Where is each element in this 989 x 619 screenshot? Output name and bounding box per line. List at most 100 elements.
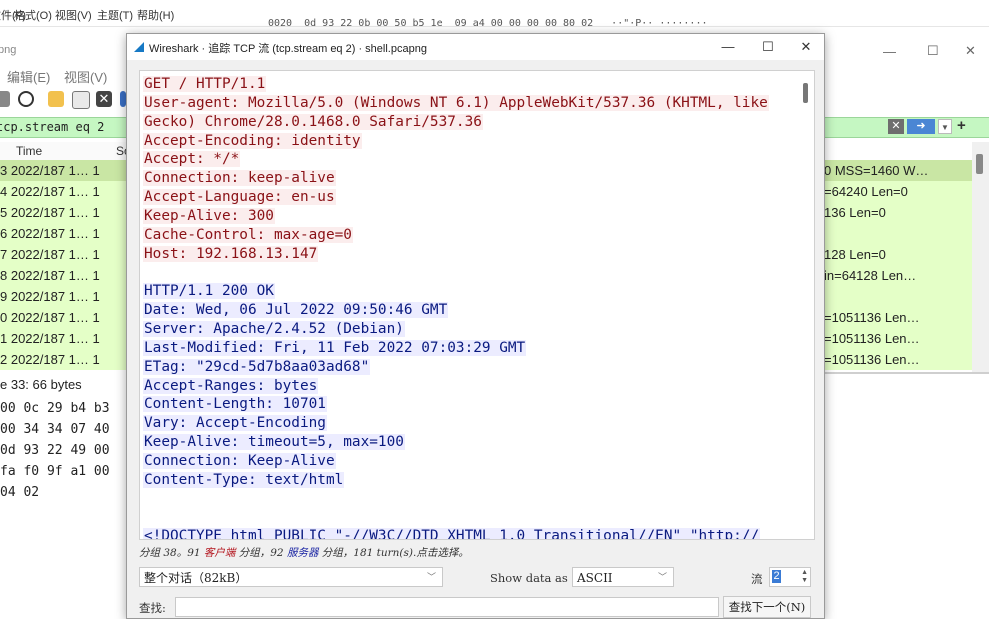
find-input[interactable] [175,597,719,617]
dialog-title: Wireshark · 追踪 TCP 流 (tcp.stream eq 2) ·… [149,43,427,55]
stream-content-pane[interactable]: GET / HTTP/1.1 User-agent: Mozilla/5.0 (… [139,70,815,540]
stream-scrollbar[interactable] [799,71,813,539]
add-filter-icon[interactable]: + [957,117,966,134]
server-line: Connection: Keep-Alive [143,452,336,469]
packet-row[interactable]: 9 2022/187 1… 1 [0,286,126,307]
stream-status-line: 分组 38。91 客户端 分组，92 服务器 分组，181 turn(s).点击… [139,547,469,559]
hex-row[interactable]: 04 02 [0,482,126,503]
spin-up-icon[interactable]: ▲ [801,569,808,576]
server-line: Server: Apache/2.4.52 (Debian) [143,320,405,337]
hex-row[interactable]: fa f0 9f a1 00 [0,461,126,482]
background-window-title: png [0,44,17,56]
toolbar-icon[interactable] [0,91,10,107]
packet-info[interactable] [824,223,974,244]
client-line: Host: 192.168.13.147 [143,245,319,262]
pane-divider[interactable] [824,372,989,374]
close-file-icon[interactable]: ✕ [96,91,112,107]
client-line: Cache-Control: max-age=0 [143,226,353,243]
stream-number-spinbox[interactable]: 2 ▲ ▼ [769,567,811,587]
packet-info[interactable]: 136 Len=0 [824,202,974,223]
packet-list-right: 0 MSS=1460 W… =64240 Len=0 136 Len=0 128… [824,160,974,370]
background-window-controls: — ☐ ✕ [823,40,989,62]
chevron-down-icon: ﹀ [657,573,667,583]
save-file-icon[interactable] [72,91,90,109]
packet-info[interactable]: =1051136 Len… [824,349,974,370]
stream-text[interactable]: GET / HTTP/1.1 User-agent: Mozilla/5.0 (… [143,75,803,539]
client-line: Gecko) Chrome/28.0.1468.0 Safari/537.36 [143,113,483,130]
chevron-down-icon: ﹀ [426,573,436,583]
packet-bytes-pane: 00 0c 29 b4 b3 00 34 34 07 40 0d 93 22 4… [0,398,126,503]
clear-filter-icon[interactable]: ✕ [888,119,904,134]
hex-row[interactable]: 00 0c 29 b4 b3 [0,398,126,419]
packet-info[interactable]: 0 MSS=1460 W… [824,160,974,181]
packet-info[interactable]: =1051136 Len… [824,307,974,328]
packet-row[interactable]: 8 2022/187 1… 1 [0,265,126,286]
follow-tcp-stream-dialog: Wireshark · 追踪 TCP 流 (tcp.stream eq 2) ·… [126,33,825,619]
display-filter-text[interactable]: tcp.stream eq 2 [0,120,104,134]
client-line: GET / HTTP/1.1 [143,76,267,92]
menu-view-main[interactable]: 视图(V) [64,67,107,86]
menu-theme[interactable]: 主题(T) [97,7,133,23]
client-line: Accept-Language: en-us [143,189,336,206]
bg-minimize-icon[interactable]: — [883,44,896,59]
spin-down-icon[interactable]: ▼ [801,577,808,584]
menu-format[interactable]: 格式(O) [14,7,52,23]
client-line: Accept: */* [143,151,241,168]
dialog-titlebar[interactable]: Wireshark · 追踪 TCP 流 (tcp.stream eq 2) ·… [127,34,824,60]
client-line: Keep-Alive: 300 [143,207,275,224]
column-time[interactable]: Time [16,144,42,158]
minimize-icon[interactable]: — [713,37,743,57]
conversation-select[interactable]: 整个对话（82kB） ﹀ [139,567,443,587]
menu-edit[interactable]: 编辑(E) [7,67,50,86]
client-line: Connection: keep-alive [143,170,336,187]
menu-view[interactable]: 视图(V) [55,7,92,23]
client-label: 客户端 [203,547,236,559]
server-line: Vary: Accept-Encoding [143,415,327,432]
show-data-select[interactable]: ASCII ﹀ [572,567,674,587]
stream-number-value[interactable]: 2 [772,570,781,583]
packet-info[interactable]: 128 Len=0 [824,244,974,265]
packet-info[interactable]: =1051136 Len… [824,328,974,349]
find-row: 查找: 查找下一个(N) [139,596,813,619]
maximize-icon[interactable]: ☐ [753,37,783,57]
server-line: Keep-Alive: timeout=5, max=100 [143,434,405,451]
close-icon[interactable]: ✕ [791,37,821,57]
packet-list-left: 3 2022/187 1… 1 4 2022/187 1… 1 5 2022/1… [0,160,126,370]
frame-summary[interactable]: e 33: 66 bytes [0,377,126,395]
stream-controls: 整个对话（82kB） ﹀ Show data as ASCII ﹀ 流 2 ▲ … [139,567,813,589]
filter-dropdown-icon[interactable]: ▼ [938,119,952,134]
hex-row[interactable]: 00 34 34 07 40 [0,419,126,440]
find-next-button[interactable]: 查找下一个(N) [723,596,811,618]
server-line: Last-Modified: Fri, 11 Feb 2022 07:03:29… [143,339,527,356]
background-hex-line: 0020 0d 93 22 0b 00 50 b5 1e 09 a4 00 00… [268,18,708,29]
background-toolbar: ✕ [0,86,130,114]
packet-info[interactable] [824,286,974,307]
server-line: Content-Length: 10701 [143,396,327,413]
packet-row[interactable]: 5 2022/187 1… 1 [0,202,126,223]
menu-help[interactable]: 帮助(H) [137,7,174,23]
packet-info[interactable]: =64240 Len=0 [824,181,974,202]
packet-row[interactable]: 1 2022/187 1… 1 [0,328,126,349]
server-line: <!DOCTYPE html PUBLIC "-//W3C//DTD XHTML… [143,527,803,539]
packet-list-header: Time So [0,142,131,161]
packet-row[interactable]: 2 2022/187 1… 1 [0,349,126,370]
packet-row[interactable]: 7 2022/187 1… 1 [0,244,126,265]
client-line: Accept-Encoding: identity [143,132,362,149]
packet-row[interactable]: 4 2022/187 1… 1 [0,181,126,202]
capture-options-icon[interactable] [18,91,34,107]
hex-row[interactable]: 0d 93 22 49 00 [0,440,126,461]
open-folder-icon[interactable] [48,91,64,107]
packet-row[interactable]: 3 2022/187 1… 1 [0,160,126,181]
packet-row[interactable]: 0 2022/187 1… 1 [0,307,126,328]
bg-maximize-icon[interactable]: ☐ [927,43,939,59]
stream-label: 流 [751,572,763,586]
server-label: 服务器 [286,547,319,559]
bg-close-icon[interactable]: ✕ [965,43,976,59]
apply-filter-icon[interactable]: ➜ [907,119,935,134]
packet-list-scrollbar[interactable] [972,142,989,372]
packet-info[interactable]: in=64128 Len… [824,265,974,286]
packet-row[interactable]: 6 2022/187 1… 1 [0,223,126,244]
